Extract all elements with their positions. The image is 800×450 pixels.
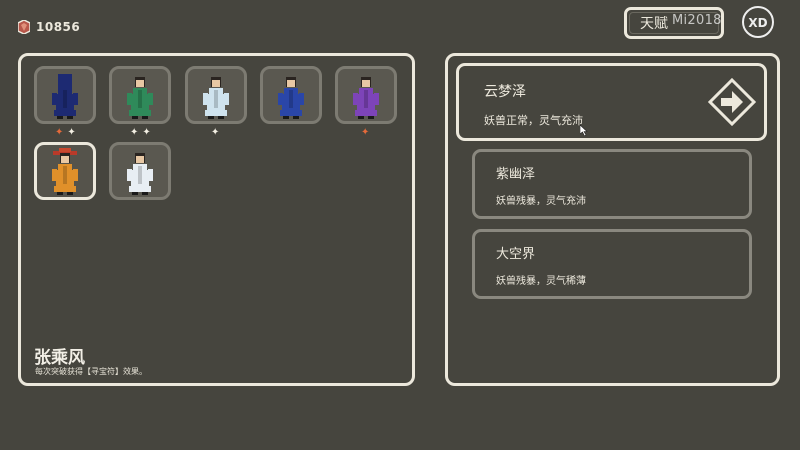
character-stars: ✦	[211, 128, 219, 138]
hooded-cloak-icon	[52, 74, 78, 119]
white-robe-icon	[203, 77, 229, 119]
confirm-arrow-button[interactable]	[707, 77, 757, 127]
white-star-icon: ✦	[67, 127, 76, 138]
watermark-text: Mi2018	[672, 13, 722, 28]
currency-display: 10856	[18, 17, 80, 37]
selected-character-name: 张乘风	[34, 348, 85, 368]
character-slot-3[interactable]	[185, 66, 247, 124]
purple-robe-icon	[353, 77, 379, 119]
map-option-dakongjie[interactable]: 大空界 妖兽残暴，灵气稀薄	[472, 229, 752, 299]
svg-text:XD: XD	[748, 16, 767, 30]
currency-amount: 10856	[36, 20, 81, 34]
gem-icon	[18, 20, 30, 34]
map-description: 妖兽正常，灵气充沛	[484, 114, 583, 127]
map-description: 妖兽残暴，灵气充沛	[496, 196, 586, 207]
red-star-icon: ✦	[55, 127, 64, 138]
character-slot-4[interactable]	[260, 66, 322, 124]
character-stars: ✦ ✦	[55, 128, 76, 138]
white-star-icon: ✦	[130, 127, 139, 138]
red-star-icon: ✦	[361, 127, 370, 138]
talent-button-label: 天赋	[640, 16, 668, 32]
straw-hat-icon	[52, 148, 78, 195]
green-robe-icon	[127, 77, 153, 119]
map-option-ziyouze[interactable]: 紫幽泽 妖兽残暴，灵气充沛	[472, 149, 752, 219]
character-slot-5[interactable]	[335, 66, 397, 124]
map-title: 紫幽泽	[496, 167, 536, 182]
character-slot-6[interactable]	[34, 142, 96, 200]
character-slot-7[interactable]	[109, 142, 171, 200]
arrow-right-icon	[707, 77, 757, 127]
map-title: 云梦泽	[484, 84, 526, 100]
white-star-icon: ✦	[211, 127, 220, 138]
blue-robe-icon	[278, 77, 304, 119]
character-stars: ✦ ✦	[130, 128, 151, 138]
white-star-icon: ✦	[142, 127, 151, 138]
selected-character-description: 每次突破获得【寻宝符】效果。	[35, 367, 147, 376]
character-stars: ✦	[361, 128, 369, 138]
character-slot-1[interactable]	[34, 66, 96, 124]
watermark-logo-icon: XD	[741, 5, 775, 39]
map-title: 大空界	[496, 247, 536, 262]
character-slot-2[interactable]	[109, 66, 171, 124]
mouse-cursor-icon	[579, 121, 588, 137]
scholar-robe-icon	[127, 153, 153, 195]
map-description: 妖兽残暴，灵气稀薄	[496, 276, 586, 287]
